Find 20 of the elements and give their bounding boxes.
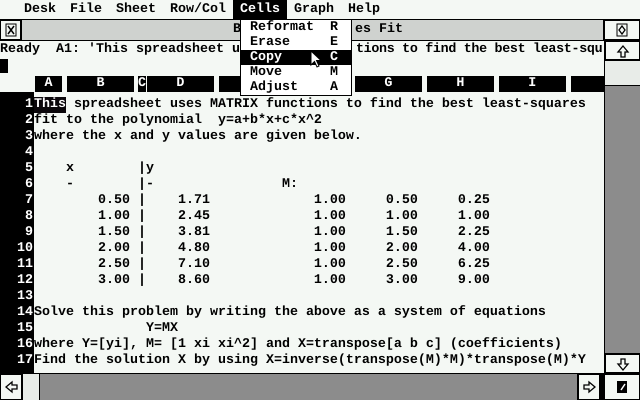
table-cell-text: x |y [64, 161, 154, 177]
status-text: Ready [0, 42, 40, 58]
table-cell: Solve this problem by writing the above as a system of equations [34, 305, 546, 321]
table-cell-text: 1.00 | 2.45 1.00 1.00 1.00 [96, 209, 490, 225]
window-title: es Fit [355, 22, 403, 38]
window-title: B [233, 22, 241, 38]
cell-contents: A1: 'This spreadsheet u [56, 42, 240, 58]
table-cell: This spreadsheet uses MATRIX functions to find the best least-squares [34, 97, 586, 113]
table-cell-text: 2.50 | 7.10 1.00 2.50 6.25 [96, 257, 490, 273]
cell-contents: tions to find the best least-squ [356, 42, 602, 58]
table-cell-text: 1.50 | 3.81 1.00 1.50 2.25 [96, 225, 490, 241]
table-cell-text: - |- M: [64, 177, 298, 193]
table-cell-text: 3.00 | 8.60 1.00 3.00 9.00 [96, 273, 490, 289]
table-cell: where Y=[yi], M= [1 xi xi^2] and X=transpose[a b c] (coefficients) [34, 337, 562, 353]
table-cell: where the x and y values are given below. [34, 129, 362, 145]
table-cell-text: Y=MX [144, 321, 178, 337]
table-cell-text: 0.50 | 1.71 1.00 0.50 0.25 [96, 193, 490, 209]
table-cell: Find the solution X by using X=inverse(transpose(M)*M)*transpose(M)*Y [34, 353, 586, 369]
table-cell-text: 2.00 | 4.80 1.00 2.00 4.00 [96, 241, 490, 257]
table-cell: fit to the polynomial y=a+b*x+c*x^2 [34, 113, 322, 129]
